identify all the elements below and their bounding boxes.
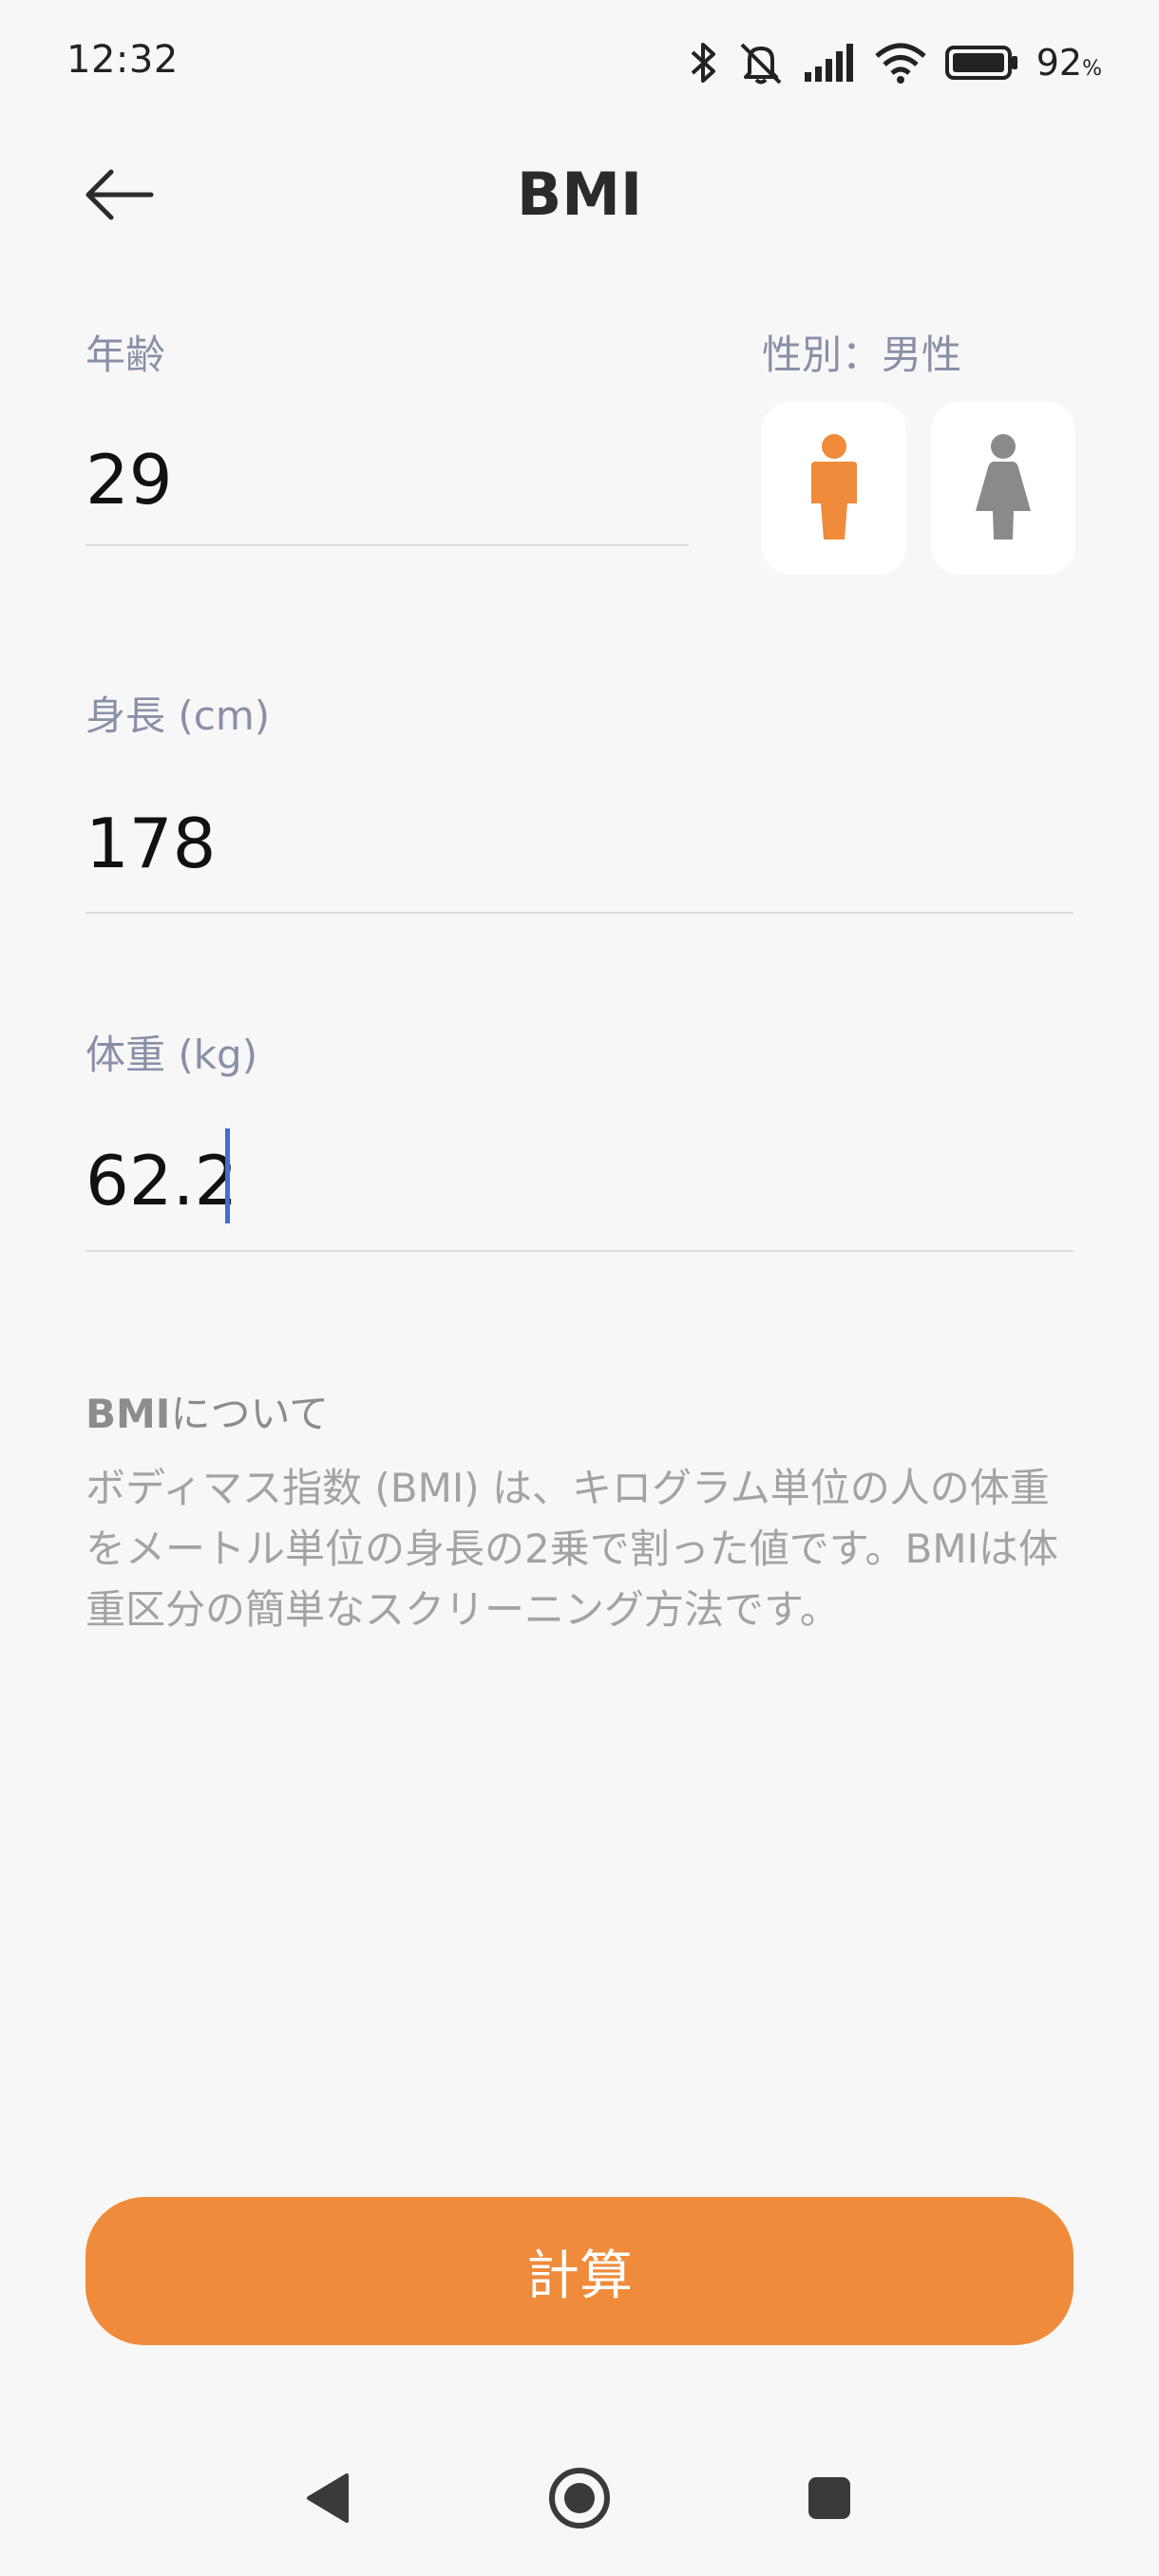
about-title: BMIについて bbox=[86, 1391, 330, 1437]
male-gender-button[interactable] bbox=[762, 402, 906, 575]
text-cursor bbox=[225, 1128, 230, 1223]
female-icon bbox=[976, 434, 1031, 540]
height-input[interactable] bbox=[86, 796, 1074, 891]
battery-percent: 92% bbox=[1036, 42, 1102, 84]
nav-home-button[interactable] bbox=[532, 2451, 627, 2546]
muted-bell-icon bbox=[740, 43, 782, 85]
status-time: 12:32 bbox=[66, 38, 179, 82]
wifi-icon bbox=[875, 43, 926, 84]
system-nav-bar bbox=[0, 2432, 1159, 2565]
weight-underline bbox=[86, 1250, 1074, 1252]
weight-label: 体重 (kg) bbox=[86, 1032, 258, 1078]
nav-back-icon bbox=[307, 2473, 349, 2523]
battery-icon bbox=[944, 46, 1017, 80]
status-icons: 92% bbox=[687, 34, 1102, 91]
about-text: ボディマス指数 (BMI) は、キログラム単位の人の体重をメートル単位の身長の2… bbox=[86, 1465, 1058, 1633]
age-input[interactable] bbox=[86, 432, 684, 527]
height-label: 身長 (cm) bbox=[86, 692, 271, 739]
bluetooth-icon bbox=[691, 43, 715, 83]
age-label: 年齢 bbox=[86, 331, 166, 378]
height-underline bbox=[86, 912, 1074, 914]
nav-home-icon bbox=[549, 2468, 610, 2529]
signal-icon bbox=[804, 44, 853, 82]
female-gender-button[interactable] bbox=[931, 402, 1075, 575]
gender-label: 性別：男性 bbox=[762, 331, 962, 378]
weight-input[interactable] bbox=[86, 1133, 1074, 1228]
calculate-button[interactable]: 計算 bbox=[86, 2197, 1074, 2345]
bmi-screen: 12:32 92% BMI 年齢 29 性別：男性 身長 (cm) 178 体重… bbox=[0, 0, 1159, 2576]
page-title: BMI bbox=[516, 160, 643, 229]
age-underline bbox=[86, 544, 689, 546]
nav-recents-icon bbox=[808, 2477, 850, 2519]
status-bar: 12:32 92% bbox=[0, 0, 1159, 133]
app-header: BMI bbox=[0, 133, 1159, 256]
nav-back-button[interactable] bbox=[280, 2451, 375, 2546]
male-icon bbox=[811, 434, 857, 540]
nav-recents-button[interactable] bbox=[782, 2451, 877, 2546]
